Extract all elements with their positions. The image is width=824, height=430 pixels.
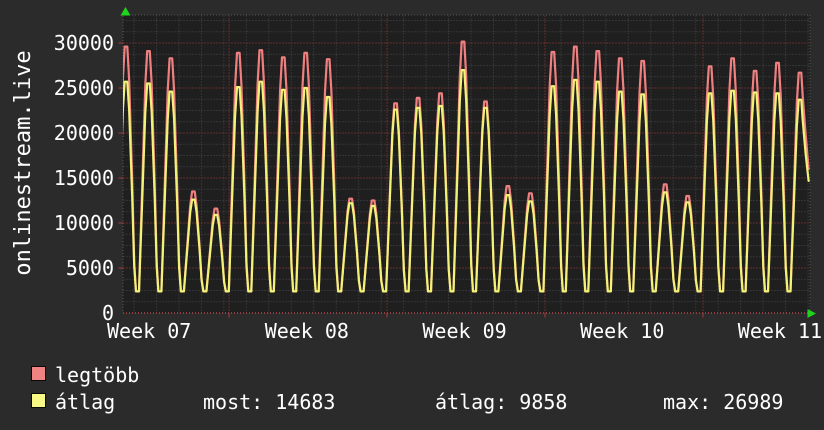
x-week-label: Week 10: [580, 319, 665, 343]
stat-text: max: 26989: [663, 390, 784, 414]
x-week-label: Week 07: [107, 319, 192, 343]
y-tick-label: 20000: [53, 121, 114, 145]
stat-text: most: 14683: [203, 390, 336, 414]
legend-label: legtöbb: [55, 363, 140, 387]
legend-label: átlag: [55, 390, 116, 414]
y-tick-label: 0: [101, 301, 114, 325]
x-week-label: Week 08: [264, 319, 349, 343]
legend-swatch: [31, 393, 46, 408]
axis-arrow-up-icon: [120, 7, 131, 16]
y-tick-label: 10000: [53, 211, 114, 235]
y-tick-label: 15000: [53, 166, 114, 190]
y-tick-label: 25000: [53, 76, 114, 100]
stat-text: átlag: 9858: [435, 390, 568, 414]
y-tick-label: 5000: [65, 256, 114, 280]
x-week-label: Week 09: [422, 319, 507, 343]
axis-arrow-right-icon: [807, 309, 816, 318]
y-tick-label: 30000: [53, 31, 114, 55]
x-week-label: Week 11: [737, 319, 823, 343]
graph-panel: onlinestream.live 30000 25000 20000 15000 10…: [0, 0, 824, 430]
legend-swatch: [31, 366, 46, 381]
